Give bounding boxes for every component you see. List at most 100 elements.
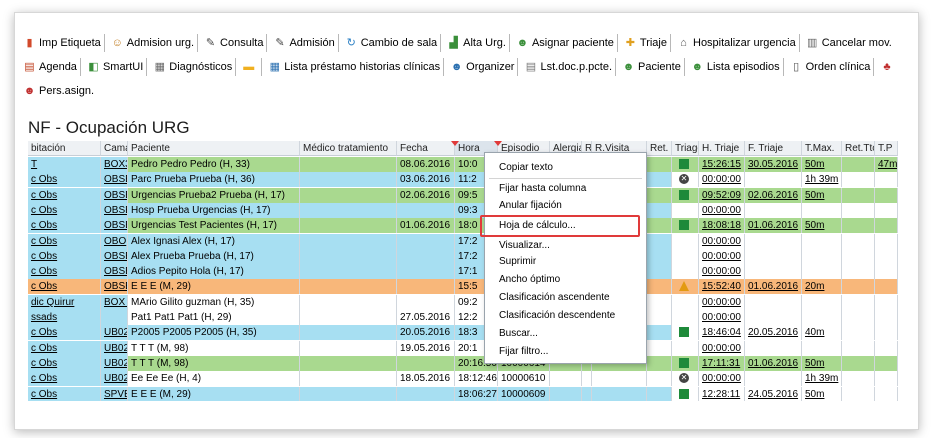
cell-cama[interactable]: BOX 17: [101, 294, 128, 310]
table-row[interactable]: c Obs UB02 T T T (M, 98) 19.05.2016 20:1 00:0…: [28, 340, 898, 356]
cell-htriaje[interactable]: 09:52:09: [699, 187, 745, 203]
table-row[interactable]: c ObsOBSB2Parc Prueba Prueba (H, 36) 03.0…: [28, 172, 898, 188]
column-header[interactable]: Ret.Tto: [842, 141, 875, 156]
cell-hab[interactable]: c Obs: [28, 233, 101, 249]
column-header[interactable]: Triage: [672, 141, 699, 156]
cell-hab[interactable]: c Obs: [28, 172, 101, 188]
context-menu-item[interactable]: Anular fijación: [499, 199, 562, 213]
toolbar-button-admision-urg[interactable]: ☺ Admision urg.: [108, 34, 199, 52]
cell-cama[interactable]: OBSB2: [101, 172, 128, 188]
table-row[interactable]: c ObsOBSB2Hosp Prueba Urgencias (H, 17) 0…: [28, 202, 898, 218]
toolbar-button-imp-etiqueta[interactable]: ▮ Imp Etiqueta: [20, 34, 105, 52]
toolbar-button-organizer[interactable]: ☻ Organizer: [447, 58, 519, 76]
cell-hab[interactable]: ssads: [28, 310, 101, 325]
cell-tmax[interactable]: 50m: [802, 218, 842, 234]
table-row[interactable]: c ObsOBSB2Urgencias Prueba2 Prueba (H, 1…: [28, 187, 898, 203]
column-header[interactable]: F. Triaje: [745, 141, 802, 156]
context-menu-item[interactable]: Fijar filtro...: [499, 345, 548, 359]
cell-htriaje[interactable]: 00:00:00: [699, 264, 745, 280]
cell-hab[interactable]: c Obs: [28, 340, 101, 356]
context-menu-item[interactable]: Visualizar...: [499, 239, 550, 253]
toolbar-button-agenda[interactable]: ▤ Agenda: [20, 58, 81, 76]
toolbar-button-cambio-de-sala[interactable]: ↻ Cambio de sala: [342, 34, 442, 52]
cell-hab[interactable]: c Obs: [28, 187, 101, 203]
column-header[interactable]: Médico tratamiento: [300, 141, 397, 156]
cell-hab[interactable]: c Obs: [28, 371, 101, 387]
table-row[interactable]: c Obs UB02 P2005 P2005 P2005 (H, 35) 20.05.…: [28, 325, 898, 341]
context-menu-item[interactable]: Buscar...: [499, 327, 538, 341]
toolbar-button-hospitalizar-urgencia[interactable]: ⌂ Hospitalizar urgencia: [674, 34, 800, 52]
table-row[interactable]: c ObsSPVERDE E E (M, 29) 18:06:2710000609…: [28, 386, 898, 401]
cell-ftriaje[interactable]: 01.06.2016: [745, 218, 802, 234]
column-header[interactable]: Paciente: [128, 141, 300, 156]
cell-htriaje[interactable]: 18:08:18: [699, 218, 745, 234]
toolbar-button-orden-clínica[interactable]: ▯ Orden clínica: [787, 58, 875, 76]
column-header[interactable]: Cama: [101, 141, 128, 156]
cell-tmax[interactable]: 50m: [802, 187, 842, 203]
context-menu-item[interactable]: Copiar texto: [499, 161, 553, 175]
cell-htriaje[interactable]: 00:00:00: [699, 172, 745, 188]
context-menu-item[interactable]: Ancho óptimo: [499, 273, 560, 287]
cell-tp[interactable]: 47m: [875, 157, 898, 172]
cell-tmax[interactable]: 50m: [802, 157, 842, 172]
cell-htriaje[interactable]: 00:00:00: [699, 233, 745, 249]
toolbar-button-lista-préstamo-historias-clínicas[interactable]: ▦ Lista préstamo historias clínicas: [265, 58, 445, 76]
cell-cama[interactable]: UB02: [101, 355, 128, 371]
cell-cama[interactable]: OBSB2: [101, 248, 128, 264]
cell-htriaje[interactable]: 00:00:00: [699, 371, 745, 387]
toolbar-button-folder[interactable]: ▬: [239, 58, 263, 76]
cell-htriaje[interactable]: 00:00:00: [699, 294, 745, 310]
column-header[interactable]: Ret.: [647, 141, 672, 156]
cell-tmax[interactable]: 20m: [802, 279, 842, 295]
cell-htriaje[interactable]: 00:00:00: [699, 248, 745, 264]
cell-ftriaje[interactable]: 02.06.2016: [745, 187, 802, 203]
cell-hab[interactable]: c Obs: [28, 218, 101, 234]
cell-cama[interactable]: OBSB2: [101, 202, 128, 218]
toolbar-button-alta-urg[interactable]: ▟ Alta Urg.: [444, 34, 510, 52]
cell-htriaje[interactable]: 17:11:31: [699, 355, 745, 371]
cell-htriaje[interactable]: 12:28:11: [699, 386, 745, 401]
toolbar-button-cancelar-mov-urgencias[interactable]: ▥Cancelar mov. Urgencias: [803, 34, 895, 52]
column-header[interactable]: T.Max.: [802, 141, 842, 156]
cell-cama[interactable]: OBSB2: [101, 187, 128, 203]
toolbar-button-smartui[interactable]: ◧ SmartUI: [84, 58, 148, 76]
cell-htriaje[interactable]: 15:26:15: [699, 157, 745, 172]
cell-cama[interactable]: OBSB2: [101, 279, 128, 295]
toolbar-button-asignar-paciente[interactable]: ☻ Asignar paciente: [513, 34, 618, 52]
cell-ftriaje[interactable]: 01.06.2016: [745, 355, 802, 371]
cell-cama[interactable]: OBSB1: [101, 218, 128, 234]
cell-htriaje[interactable]: 18:46:04: [699, 325, 745, 341]
table-row[interactable]: TBOX34Pedro Pedro Pedro (H, 33) 08.06.201…: [28, 157, 898, 172]
column-header[interactable]: bitación: [28, 141, 101, 156]
cell-ftriaje[interactable]: 01.06.2016: [745, 279, 802, 295]
cell-cama[interactable]: UB02: [101, 371, 128, 387]
toolbar-button-diagnósticos[interactable]: ▦ Diagnósticos: [150, 58, 237, 76]
cell-tmax[interactable]: 50m: [802, 386, 842, 401]
toolbar-button-triaje[interactable]: ✚ Triaje: [621, 34, 671, 52]
table-row[interactable]: c ObsOBSB2Alex Prueba Prueba (H, 17)17:2…: [28, 248, 898, 264]
table-row[interactable]: dic QuirurBOX 17MArio Gilito guzman (H, …: [28, 294, 898, 310]
cell-htriaje[interactable]: 00:00:00: [699, 310, 745, 325]
table-row[interactable]: c ObsOBSB2E E E (M, 29)15:515:52:4001.06…: [28, 279, 898, 295]
cell-cama[interactable]: SPVERD: [101, 386, 128, 401]
table-row[interactable]: c ObsOBSB1Urgencias Test Pacientes (H, 1…: [28, 218, 898, 234]
cell-tmax[interactable]: 1h 39m: [802, 172, 842, 188]
context-menu-item[interactable]: Suprimir: [499, 255, 536, 269]
toolbar-button-parto[interactable]: ♣Parto: [877, 58, 895, 76]
cell-ftriaje[interactable]: 20.05.2016: [745, 325, 802, 341]
cell-htriaje[interactable]: 15:52:40: [699, 279, 745, 295]
table-row[interactable]: c ObsUB02T T T (M, 98)20:16:501000061417…: [28, 355, 898, 371]
table-row[interactable]: ssads Pat1 Pat1 Pat1 (H, 29) 27.05.2016 12:…: [28, 310, 898, 325]
context-menu-item[interactable]: Clasificación descendente: [499, 309, 615, 323]
cell-hab[interactable]: c Obs: [28, 264, 101, 280]
cell-cama[interactable]: OBSB1: [101, 264, 128, 280]
toolbar-button-lista-episodios[interactable]: ☻ Lista episodios: [688, 58, 784, 76]
cell-cama[interactable]: UB02: [101, 340, 128, 356]
table-row[interactable]: c ObsOBSB1Adios Pepito Hola (H, 17)17:10…: [28, 264, 898, 280]
cell-cama[interactable]: BOX34: [101, 157, 128, 172]
cell-tmax[interactable]: 40m: [802, 325, 842, 341]
cell-htriaje[interactable]: 00:00:00: [699, 202, 745, 218]
cell-hab[interactable]: c Obs: [28, 355, 101, 371]
cell-cama[interactable]: UB02: [101, 325, 128, 341]
toolbar-button-consulta[interactable]: ✎ Consulta: [201, 34, 268, 52]
